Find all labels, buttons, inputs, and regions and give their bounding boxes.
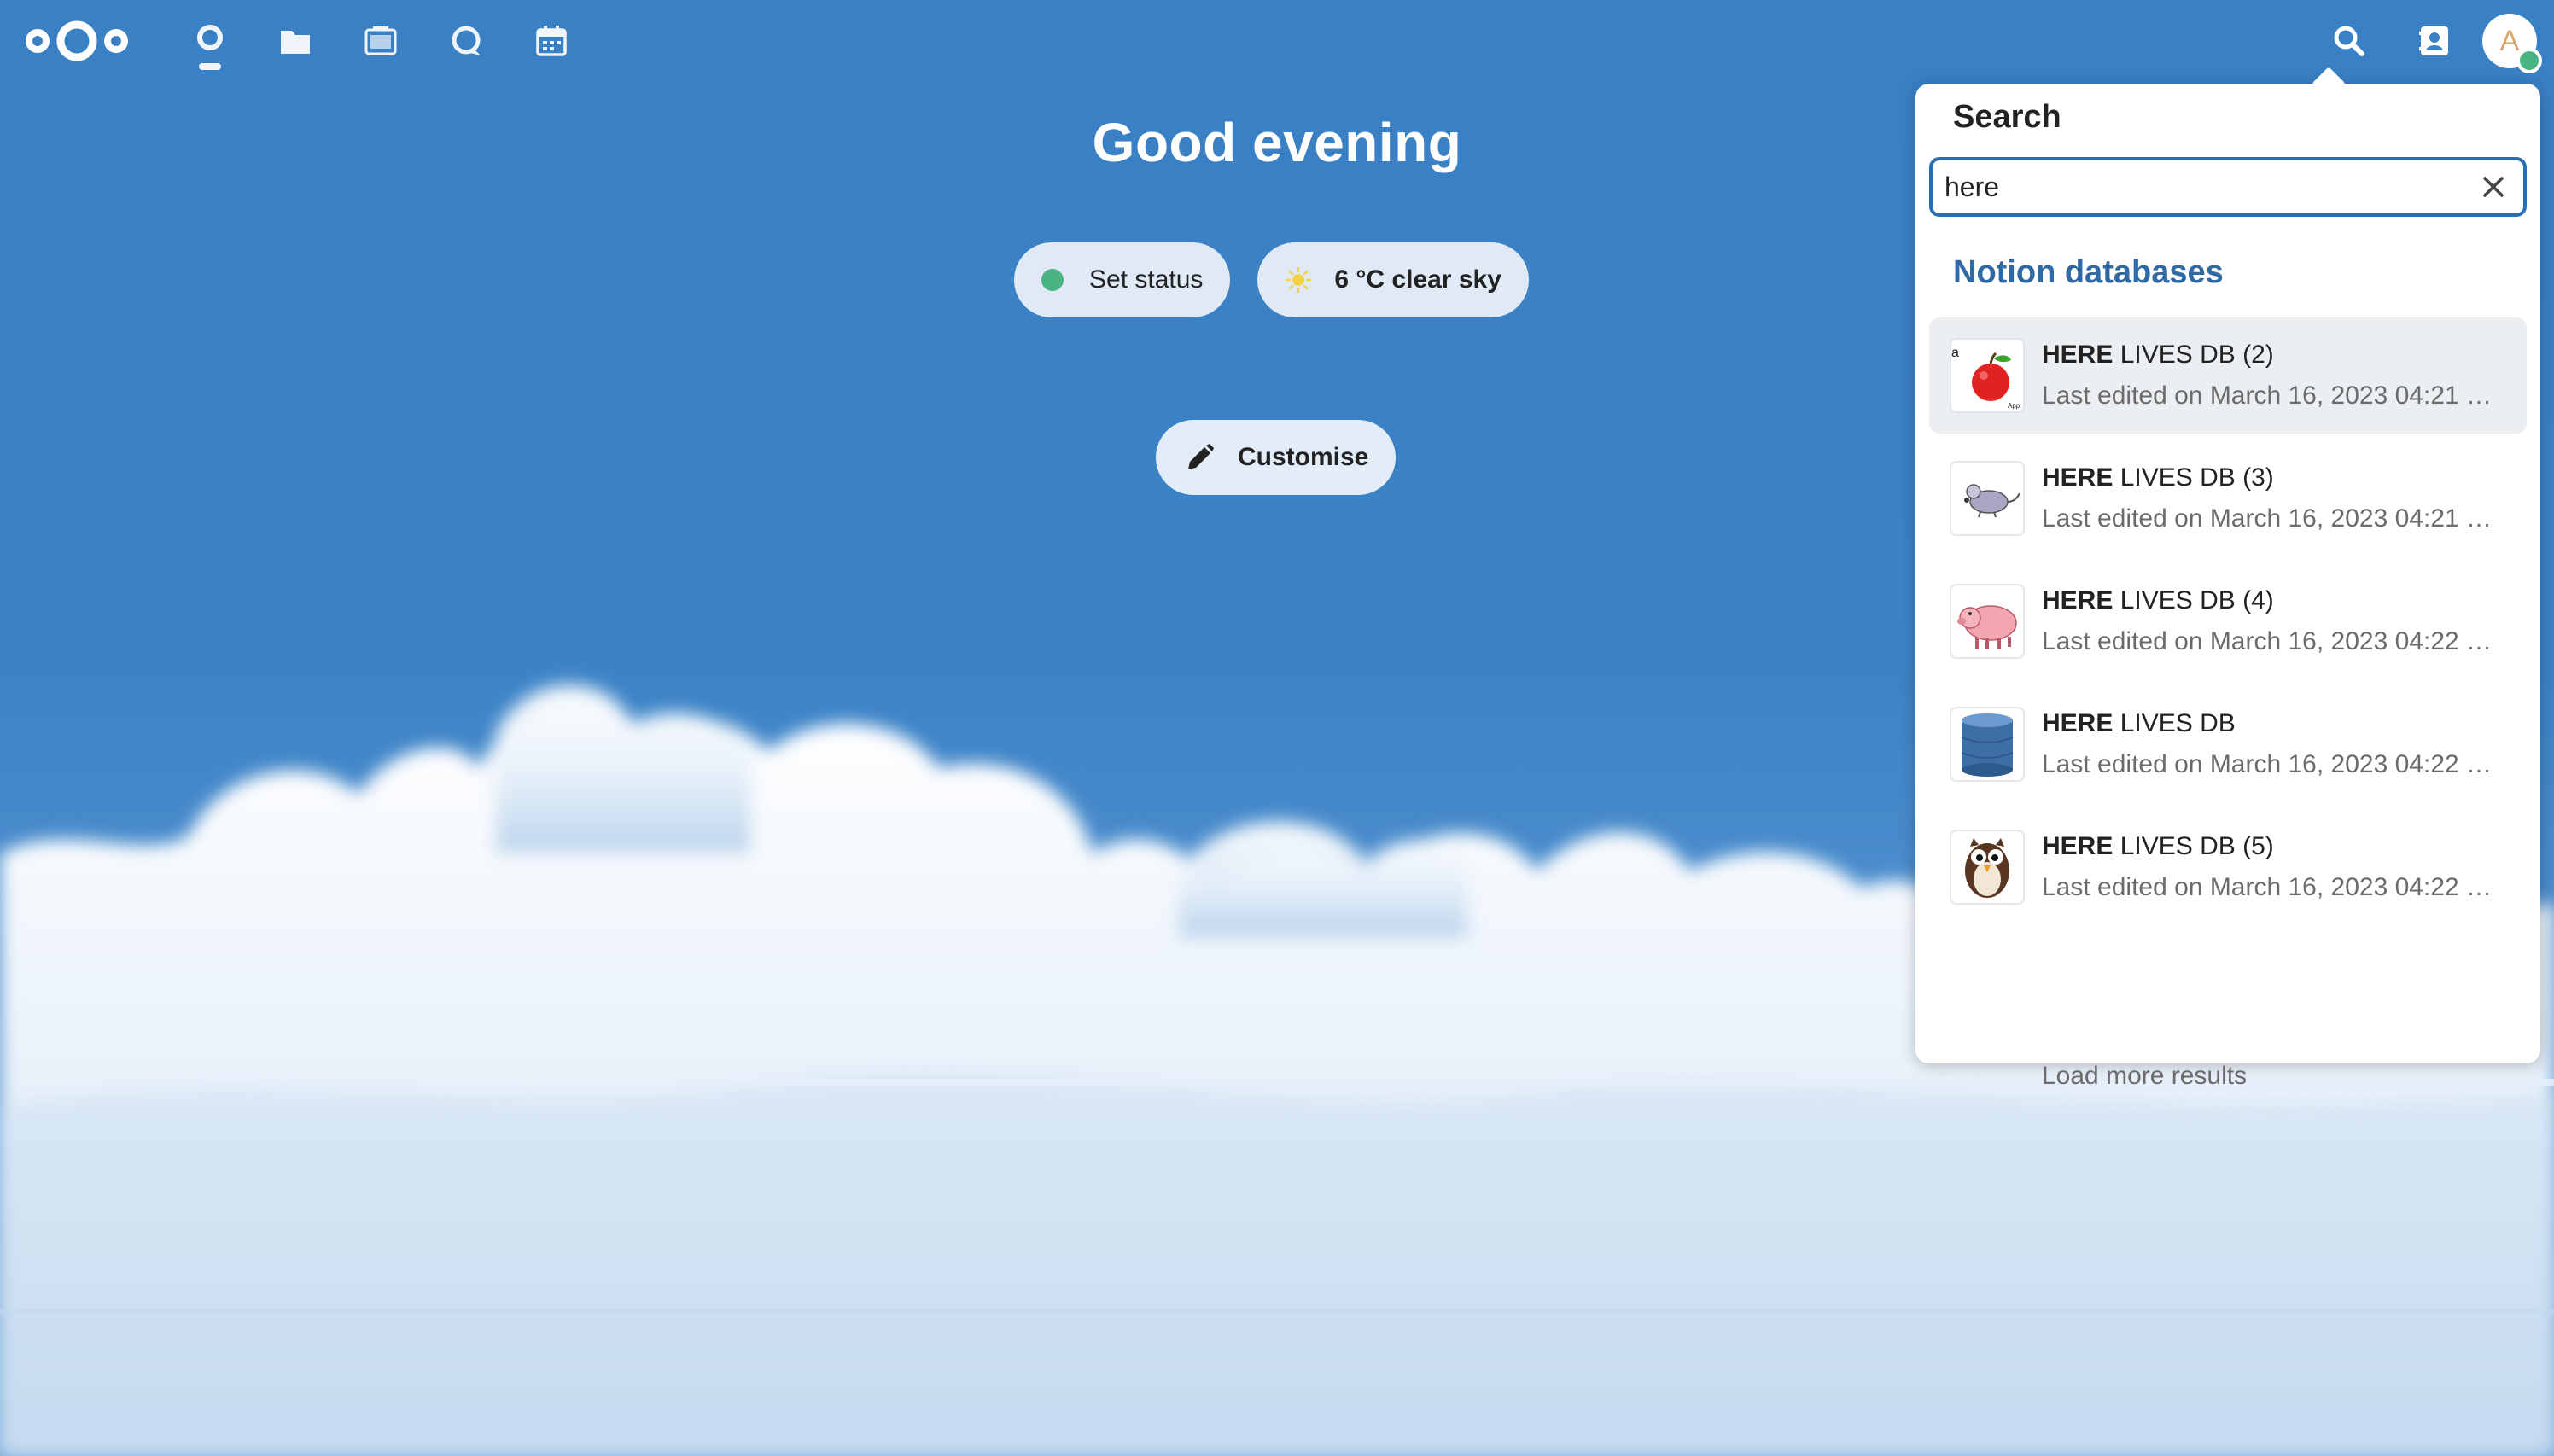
online-status-icon — [1041, 269, 1064, 291]
load-more-results-button[interactable]: Load more results — [2042, 1062, 2247, 1091]
apple-icon: a App — [1951, 346, 2020, 410]
result-text: HERE LIVES DB (3) Last edited on March 1… — [2042, 463, 2520, 533]
result-title: HERE LIVES DB (5) — [2042, 832, 2274, 860]
app-navigation — [167, 0, 594, 82]
search-result-item[interactable]: HERE LIVES DB (4) Last edited on March 1… — [1929, 563, 2527, 679]
contacts-menu-button[interactable] — [2392, 0, 2477, 82]
calendar-icon — [536, 26, 567, 56]
online-status-dot — [2516, 48, 2542, 73]
result-title: HERE LIVES DB — [2042, 709, 2236, 737]
header-actions: A — [2306, 0, 2554, 82]
top-header: A — [0, 0, 2554, 82]
app-files[interactable] — [253, 0, 338, 82]
photos-icon — [364, 26, 397, 55]
pig-icon — [1957, 605, 2017, 649]
set-status-label: Set status — [1089, 265, 1204, 294]
clear-search-button[interactable] — [2477, 171, 2510, 203]
result-text: HERE LIVES DB (5) Last edited on March 1… — [2042, 832, 2520, 902]
contacts-icon — [2419, 26, 2448, 55]
status-row: Set status 6 °C clear sky — [1014, 242, 1529, 317]
app-talk[interactable] — [423, 0, 509, 82]
user-avatar[interactable]: A — [2482, 14, 2542, 73]
app-calendar[interactable] — [509, 0, 594, 82]
search-results-list: a App HERE LIVES DB (2) Last edited on M… — [1929, 317, 2527, 932]
dashboard-icon — [197, 25, 223, 50]
search-title: Search — [1953, 99, 2061, 135]
result-title: HERE LIVES DB (3) — [2042, 463, 2274, 492]
result-thumbnail — [1950, 584, 2025, 659]
result-title: HERE LIVES DB (4) — [2042, 586, 2274, 614]
search-popup: Search Notion databases a App — [1916, 67, 2540, 1090]
result-title: HERE LIVES DB (2) — [2042, 341, 2274, 369]
result-text: HERE LIVES DB (2) Last edited on March 1… — [2042, 341, 2520, 411]
result-thumbnail — [1950, 707, 2025, 782]
search-icon — [2334, 26, 2364, 56]
weather-label: 6 °C clear sky — [1334, 265, 1501, 294]
database-icon — [1961, 713, 2014, 777]
nextcloud-logo-icon[interactable] — [24, 17, 130, 65]
close-icon — [2483, 177, 2504, 197]
result-subtitle: Last edited on March 16, 2023 04:22 … — [2042, 873, 2493, 901]
files-icon — [281, 31, 310, 54]
unified-search-button[interactable] — [2306, 0, 2392, 82]
results-section-title: Notion databases — [1953, 254, 2224, 290]
app-dashboard[interactable] — [167, 0, 253, 82]
weather-status-button[interactable]: 6 °C clear sky — [1257, 242, 1529, 317]
sun-icon — [1286, 266, 1312, 294]
owl-icon — [1965, 838, 2009, 898]
talk-icon — [452, 26, 481, 55]
search-result-item[interactable]: a App HERE LIVES DB (2) Last edited on M… — [1929, 317, 2527, 434]
result-subtitle: Last edited on March 16, 2023 04:22 … — [2042, 627, 2493, 655]
avatar-initial: A — [2499, 24, 2520, 57]
result-subtitle: Last edited on March 16, 2023 04:22 … — [2042, 750, 2493, 778]
svg-text:App: App — [2008, 402, 2020, 410]
result-subtitle: Last edited on March 16, 2023 04:21 … — [2042, 504, 2493, 533]
result-text: HERE LIVES DB (4) Last edited on March 1… — [2042, 586, 2520, 656]
search-result-item[interactable]: HERE LIVES DB (5) Last edited on March 1… — [1929, 809, 2527, 925]
svg-text:a: a — [1951, 346, 1959, 360]
set-status-button[interactable]: Set status — [1014, 242, 1231, 317]
result-thumbnail — [1950, 461, 2025, 536]
pencil-icon — [1188, 444, 1214, 469]
app-photos[interactable] — [338, 0, 423, 82]
mouse-icon — [1964, 484, 2020, 518]
search-result-item[interactable]: HERE LIVES DB Last edited on March 16, 2… — [1929, 686, 2527, 802]
result-thumbnail — [1950, 830, 2025, 905]
search-input-wrapper — [1929, 157, 2527, 217]
result-thumbnail: a App — [1950, 338, 2025, 413]
customise-button[interactable]: Customise — [1156, 420, 1397, 495]
search-result-item[interactable]: HERE LIVES DB (3) Last edited on March 1… — [1929, 440, 2527, 556]
result-subtitle: Last edited on March 16, 2023 04:21 … — [2042, 381, 2493, 410]
search-input[interactable] — [1945, 171, 2474, 203]
result-text: HERE LIVES DB Last edited on March 16, 2… — [2042, 709, 2520, 779]
customise-label: Customise — [1238, 443, 1369, 471]
